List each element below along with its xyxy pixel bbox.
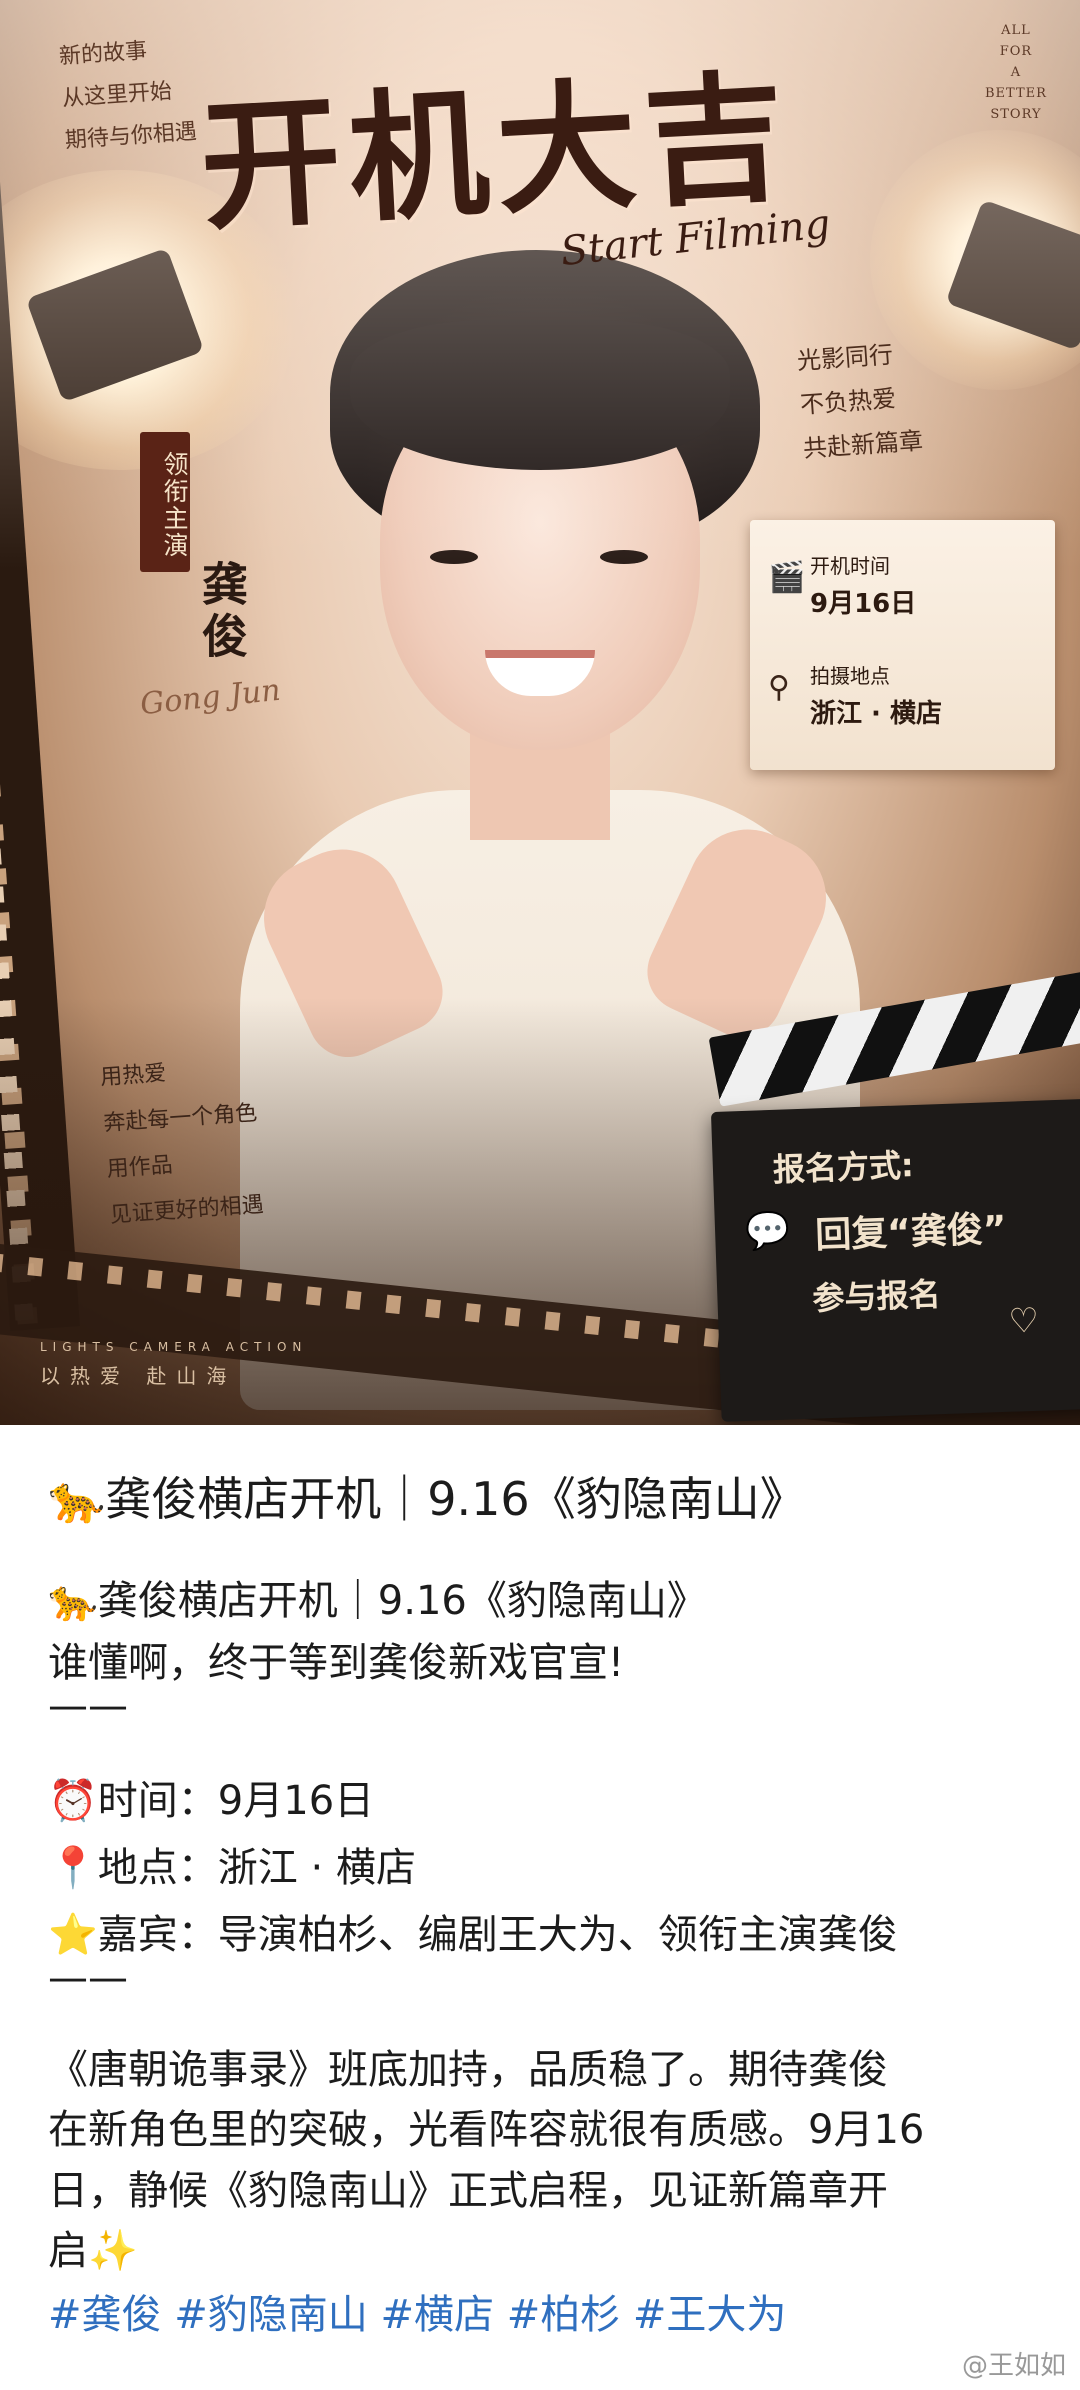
post-title: 🐆龚俊横店开机｜9.16《豹隐南山》 bbox=[48, 1472, 806, 1526]
right-tagline: 光影同行 不负热爱 共赴新篇章 bbox=[796, 340, 924, 464]
signup-method-label: 报名方式: bbox=[772, 1146, 915, 1189]
left-lower-tagline: 用热爱 奔赴每一个角色 用作品 见证更好的相遇 bbox=[99, 1060, 265, 1229]
post-line-2: 谁懂啊，终于等到龚俊新戏官宣! bbox=[48, 1640, 625, 1686]
signup-join-text: 参与报名 bbox=[811, 1275, 942, 1318]
clapperboard-icon: 🎬 bbox=[768, 560, 806, 595]
post-paragraph-line-2: 在新角色里的突破，光看阵容就很有质感。9月16 bbox=[48, 2107, 925, 2153]
story-tag: ALL FOR A BETTER STORY bbox=[985, 23, 1047, 122]
divider-line-2: —— bbox=[48, 1955, 128, 2001]
info-card: 🎬 开机时间 9月16日 ⚲ 拍摄地点 浙江 · 横店 bbox=[750, 520, 1055, 770]
location-pin-icon: ⚲ bbox=[768, 670, 790, 705]
location-label: 拍摄地点 bbox=[810, 664, 890, 688]
lead-label: 领衔主演 bbox=[140, 432, 190, 572]
heart-icon: ♡ bbox=[1007, 1300, 1040, 1342]
post-time-line: ⏰时间：9月16日 bbox=[48, 1778, 375, 1824]
divider-line-1: —— bbox=[48, 1683, 128, 1729]
post-paragraph-line-1: 《唐朝诡事录》班底加持，品质稳了。期待龚俊 bbox=[48, 2047, 888, 2093]
signup-reply-text: 回复“龚俊” bbox=[814, 1208, 1008, 1257]
start-time-label: 开机时间 bbox=[810, 554, 890, 578]
chat-bubble-icon: 💬 bbox=[744, 1210, 791, 1253]
poster-footer: LIGHTS CAMERA ACTION 以热爱 赴山海 bbox=[40, 1340, 308, 1388]
poster-tagline: 新的故事 从这里开始 期待与你相遇 bbox=[58, 38, 198, 154]
hashtag-list[interactable]: #龚俊 #豹隐南山 #横店 #柏杉 #王大为 bbox=[48, 2282, 786, 2340]
location-value: 浙江 · 横店 bbox=[810, 699, 942, 729]
post-location-line: 📍地点：浙江 · 横店 bbox=[48, 1845, 416, 1891]
clapperboard: 报名方式: 💬 回复“龚俊” 参与报名 ♡ bbox=[708, 970, 1080, 1425]
post-guests-line: ⭐嘉宾：导演柏杉、编剧王大为、领衔主演龚俊 bbox=[48, 1912, 898, 1958]
watermark: @王如如 bbox=[961, 2351, 1066, 2381]
post-line-1: 🐆龚俊横店开机｜9.16《豹隐南山》 bbox=[48, 1578, 707, 1624]
actor-name: 龚俊 bbox=[195, 560, 249, 664]
poster-image[interactable]: 新的故事 从这里开始 期待与你相遇 ALL FOR A BETTER STORY… bbox=[0, 0, 1080, 1425]
post-paragraph-line-3: 日，静候《豹隐南山》正式启程，见证新篇章开 bbox=[48, 2168, 888, 2214]
post-paragraph-line-4: 启✨ bbox=[48, 2228, 138, 2274]
start-time-value: 9月16日 bbox=[810, 589, 917, 619]
